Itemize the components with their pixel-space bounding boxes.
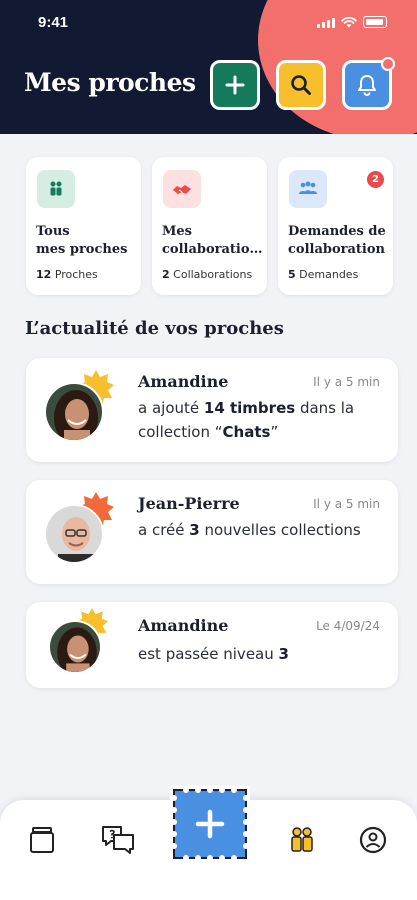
add-button[interactable]	[210, 60, 260, 110]
feed-time: Il y a 5 min	[313, 497, 380, 511]
status-icons	[317, 16, 387, 28]
avatar-with-badge	[44, 608, 108, 674]
requests-badge: 2	[367, 171, 384, 188]
nav-collections[interactable]	[22, 822, 62, 858]
profile-icon	[359, 826, 387, 854]
people-icon	[37, 170, 75, 208]
nav-messages[interactable]	[98, 822, 138, 858]
feed-author: Amandine	[138, 616, 229, 635]
feed-item[interactable]: Amandine Il y a 5 min a ajouté 14 timbre…	[26, 358, 398, 462]
card-title: Demandes de collaboration	[288, 224, 386, 257]
group-icon	[289, 170, 327, 208]
feed-time: Le 4/09/24	[316, 619, 380, 633]
feed-author: Amandine	[138, 372, 229, 391]
card-collaboration-requests[interactable]: 2 Demandes de collaboration 5 Demandes	[278, 157, 393, 295]
people-icon	[291, 827, 313, 852]
card-title: Tous mes proches	[36, 224, 128, 257]
feed-message: a créé 3 nouvelles collections	[138, 521, 361, 539]
search-icon	[291, 75, 311, 95]
card-count: 5 Demandes	[288, 268, 359, 281]
notification-dot	[381, 57, 395, 71]
notifications-button[interactable]	[342, 57, 395, 110]
avatar-with-badge	[44, 370, 114, 442]
feed-message: a ajouté 14 timbres dans la collection “…	[138, 399, 355, 441]
handshake-icon	[163, 170, 201, 208]
battery-icon	[363, 16, 387, 28]
collection-icon	[30, 827, 54, 853]
page-title: Mes proches	[24, 68, 196, 97]
feed-author: Jean-Pierre	[138, 494, 240, 513]
card-all-relatives[interactable]: Tous mes proches 12 Proches	[26, 157, 141, 295]
chat-icon	[102, 826, 134, 854]
card-my-collaborations[interactable]: Mes collaborations 2 Collaborations	[152, 157, 267, 295]
avatar	[48, 620, 102, 674]
nav-relatives[interactable]	[282, 822, 322, 858]
search-button[interactable]	[276, 60, 326, 110]
feed-time: Il y a 5 min	[313, 375, 380, 389]
bell-icon	[358, 75, 376, 96]
card-title: Mes collaborations	[162, 224, 266, 257]
feed-item[interactable]: Jean-Pierre Il y a 5 min a créé 3 nouvel…	[26, 480, 398, 584]
app-header: 9:41 Mes proches	[0, 0, 417, 134]
card-count: 12 Proches	[36, 268, 98, 281]
add-stamp-button[interactable]	[168, 784, 252, 864]
nav-profile[interactable]	[353, 822, 393, 858]
signal-icon	[317, 18, 335, 28]
status-time: 9:41	[38, 14, 69, 31]
card-count: 2 Collaborations	[162, 268, 253, 281]
plus-icon	[225, 75, 245, 95]
feed-message: est passée niveau 3	[138, 645, 289, 663]
wifi-icon	[341, 16, 357, 28]
avatar	[44, 382, 104, 442]
avatar-with-badge	[44, 492, 114, 564]
feed-title: L’actualité de vos proches	[25, 318, 284, 339]
feed-item[interactable]: Amandine Le 4/09/24 est passée niveau 3	[26, 602, 398, 688]
avatar	[44, 504, 104, 564]
